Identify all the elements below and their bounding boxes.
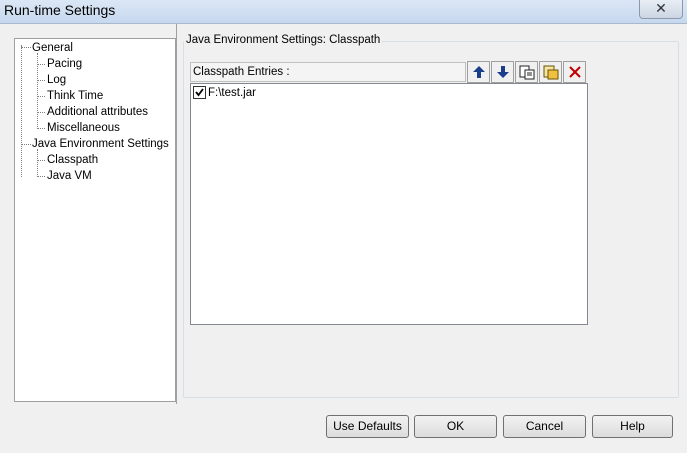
classpath-entries-header: Classpath Entries : [190,62,466,82]
delete-icon [568,66,581,78]
cancel-button[interactable]: Cancel [503,415,586,438]
move-down-button[interactable] [491,61,514,83]
tree-item-additional-attributes[interactable]: Additional attributes [47,105,148,119]
window-title: Run-time Settings [4,2,116,18]
browse-file-icon [543,65,558,80]
help-button[interactable]: Help [592,415,673,438]
tree-item-miscellaneous[interactable]: Miscellaneous [47,121,120,135]
list-item[interactable]: F:\test.jar [193,86,256,99]
classpath-list[interactable]: F:\test.jar [190,83,588,325]
tree-item-pacing[interactable]: Pacing [47,57,82,71]
entry-checkbox[interactable] [193,86,206,99]
tree-item-think-time[interactable]: Think Time [47,89,103,103]
add-file-button[interactable] [539,61,562,83]
entry-path: F:\test.jar [208,86,256,99]
check-icon [195,88,204,97]
delete-entry-button[interactable] [563,61,586,83]
close-icon: ✕ [655,0,667,16]
tree-item-java-vm[interactable]: Java VM [47,169,92,183]
arrow-down-icon [496,66,509,78]
tree-item-java-environment-settings[interactable]: Java Environment Settings [32,137,169,151]
tree-item-log[interactable]: Log [47,73,66,87]
arrow-up-icon [472,66,485,78]
group-title: Java Environment Settings: Classpath [184,34,383,46]
settings-tree: General Pacing Log Think Time Additional… [14,38,176,402]
use-defaults-button[interactable]: Use Defaults [326,415,409,438]
ok-button[interactable]: OK [414,415,497,438]
move-up-button[interactable] [467,61,490,83]
browse-folder-icon [519,65,534,80]
close-button[interactable]: ✕ [639,0,683,19]
add-folder-button[interactable] [515,61,538,83]
tree-item-classpath[interactable]: Classpath [47,153,98,167]
tree-item-general[interactable]: General [32,41,73,55]
title-bar: Run-time Settings ✕ [0,0,687,24]
